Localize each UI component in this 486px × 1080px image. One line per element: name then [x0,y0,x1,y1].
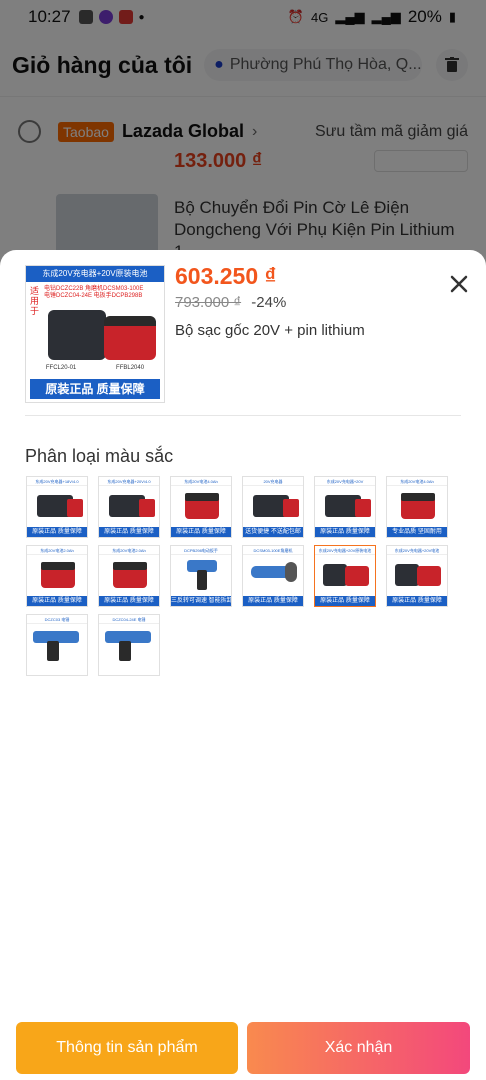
variant-option-banner: DCSM03-100E角磨机 [243,546,303,555]
variant-option[interactable]: 东成20V充电器+18V/4.0 原装正品 质量保障 [26,476,88,538]
variant-option-banner: 东成20V电池4.0Ah [171,477,231,486]
selected-variant-image[interactable]: 东成20V充电器+20V原装电池 适用于 电钻DCZC22B 角磨机DCSM03… [25,265,165,403]
variant-sheet: 东成20V充电器+20V原装电池 适用于 电钻DCZC22B 角磨机DCSM03… [0,250,486,1080]
variant-option-banner: 东成20V电池2.0Ah [99,546,159,555]
price-row: 793.000 ₫ -24% [175,294,286,311]
variant-option-banner: 20V充电器 [243,477,303,486]
variant-option-label: 三反转可调速 智能拆卸 [171,596,231,606]
variant-option-label: 原装正品 质量保障 [99,596,159,606]
variant-option-banner: 东成20V充电器+18V/4.0 [27,477,87,486]
product-image [119,641,131,661]
variant-section-title: Phân loại màu sắc [25,446,174,466]
close-button[interactable] [446,271,472,297]
product-image [41,562,75,570]
product-image [345,566,369,586]
thumb-model-labels: FFCL20-01 FFBL2040 [26,365,164,371]
variant-option[interactable]: DCZC04-24E 电锤 [98,614,160,676]
variant-option-banner: 东成20V充电器+20V/4.0 [99,477,159,486]
variant-option[interactable]: DCSM03-100E角磨机 原装正品 质量保障 [242,545,304,607]
product-image [283,499,299,517]
product-image [185,493,219,501]
variant-option-banner: 东成20V电池2.0Ah [27,546,87,555]
variant-option-banner: 东成20V充电器+20V电池 [387,546,447,555]
variant-option[interactable]: 东成20V充电器+20V电池 原装正品 质量保障 [386,545,448,607]
selected-variant-name: Bộ sạc gốc 20V + pin lithium [175,322,365,339]
thumb-label-left: FFCL20-01 [45,365,77,371]
variant-option-banner: DCZC03 电锤 [27,615,87,624]
thumb-label-right: FFBL2040 [116,365,145,371]
variant-option-label: 原装正品 质量保障 [99,527,159,537]
variant-option-label: 原装正品 质量保障 [315,527,375,537]
product-image [139,499,155,517]
thumb-bottom-banner: 原装正品 质量保障 [30,379,160,399]
variant-option-label: 原装正品 质量保障 [315,596,375,606]
variant-option-label: 原装正品 质量保障 [387,596,447,606]
variant-option-label: 原装正品 质量保障 [171,527,231,537]
variant-option-banner: 东成20V充电器+20V原装电池 [315,546,375,555]
product-image [417,566,441,586]
divider [25,415,461,416]
sale-price: 603.250 ₫ [175,263,277,289]
variant-option-banner: 东成20V充电器+20V [315,477,375,486]
variant-option[interactable]: 20V充电器 送货便捷 不送配包邮 [242,476,304,538]
confirm-button[interactable]: Xác nhận [247,1022,470,1074]
thumb-model-codes: 电钻DCZC22B 角磨机DCSM03-100E 电锤DCZC04-24E 电扳… [44,286,144,299]
original-price: 793.000 ₫ [175,294,242,311]
discount-badge: -24% [251,294,287,311]
variant-option-label: 送货便捷 不送配包邮 [243,527,303,537]
variant-option[interactable]: DCPB298电动扳手 三反转可调速 智能拆卸 [170,545,232,607]
product-image [67,499,83,517]
product-info-button[interactable]: Thông tin sản phẩm [16,1022,238,1074]
product-image [197,570,207,590]
product-image [401,493,435,501]
variant-option-banner: DCZC04-24E 电锤 [99,615,159,624]
product-image [47,641,59,661]
variant-option[interactable]: 东成20V充电器+20V原装电池 原装正品 质量保障 [314,545,376,607]
product-image [323,564,347,586]
product-image [395,564,419,586]
thumb-side-label: 适用于 [30,286,40,316]
variant-option-label: 原装正品 质量保障 [27,527,87,537]
product-image [285,562,297,582]
variant-option-label: 原装正品 质量保障 [243,596,303,606]
charger-image [48,310,106,360]
variant-option[interactable]: 东成20V电池2.0Ah 原装正品 质量保障 [98,545,160,607]
variant-option[interactable]: 东成20V充电器+20V/4.0 原装正品 质量保障 [98,476,160,538]
variant-option[interactable]: DCZC03 电锤 [26,614,88,676]
battery-image [104,316,156,360]
thumb-banner: 东成20V充电器+20V原装电池 [26,266,164,282]
product-image [355,499,371,517]
product-image [113,562,147,570]
variant-option-label: 原装正品 质量保障 [27,596,87,606]
variant-option[interactable]: 东成20V电池2.0Ah 原装正品 质量保障 [26,545,88,607]
variant-option-label: 专业品质 坚固耐用 [387,527,447,537]
close-icon [450,275,468,293]
variant-option[interactable]: 东成20V电池4.0Ah 原装正品 质量保障 [170,476,232,538]
variant-option-banner: 东成20V电池4.0Ah [387,477,447,486]
variant-option-banner: DCPB298电动扳手 [171,546,231,555]
variant-option[interactable]: 东成20V电池4.0Ah 专业品质 坚固耐用 [386,476,448,538]
variant-option[interactable]: 东成20V充电器+20V 原装正品 质量保障 [314,476,376,538]
